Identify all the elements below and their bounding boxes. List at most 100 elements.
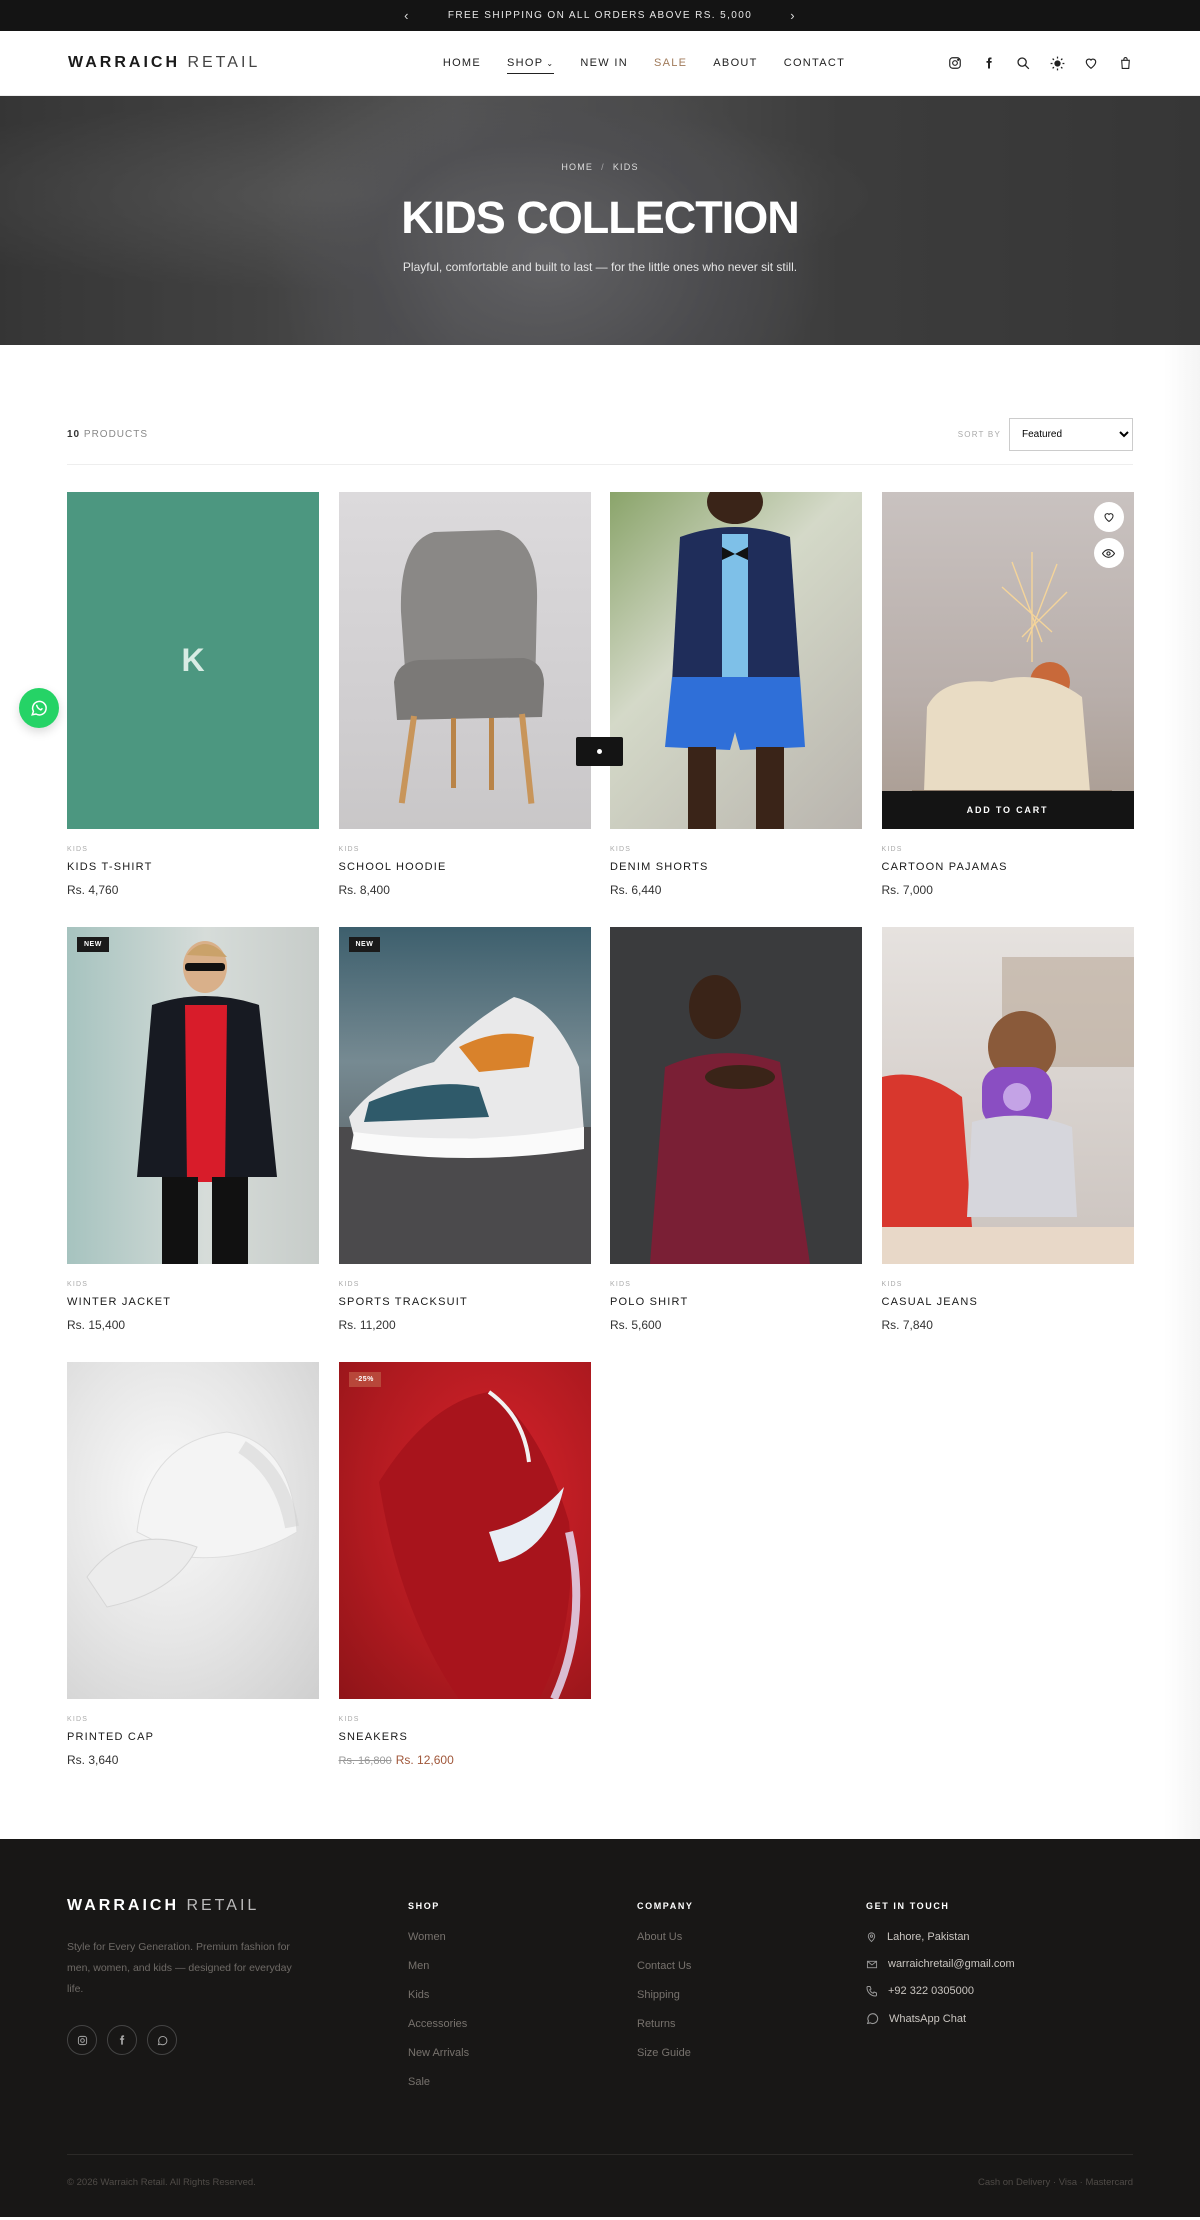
footer-company-title: COMPANY <box>637 1901 694 1911</box>
nav-about[interactable]: ABOUT <box>713 53 757 74</box>
product-card[interactable]: NEW KIDS SPORTS TRACKSUIT Rs. 11,200 <box>338 927 591 1332</box>
page-title: KIDS COLLECTION <box>401 192 800 243</box>
product-image-placeholder[interactable]: K <box>67 492 319 829</box>
product-price: Rs. 8,400 <box>338 883 390 897</box>
product-image[interactable]: ADD TO CART <box>881 492 1134 829</box>
product-card[interactable]: KIDS PRINTED CAP Rs. 3,640 <box>67 1362 319 1767</box>
kid-outfit-illustration <box>665 492 805 829</box>
new-badge: NEW <box>77 937 109 952</box>
footer-link-kids[interactable]: Kids <box>408 1989 637 2001</box>
wishlist-icon[interactable] <box>1082 54 1100 72</box>
facebook-icon[interactable] <box>980 54 998 72</box>
product-price: Rs. 3,640 <box>67 1753 119 1767</box>
map-pin-icon <box>867 1932 876 1943</box>
product-name[interactable]: SCHOOL HOODIE <box>339 861 591 873</box>
product-image[interactable]: -25% <box>338 1362 591 1699</box>
wishlist-heart-icon[interactable] <box>1093 502 1124 532</box>
product-name[interactable]: PRINTED CAP <box>67 1731 319 1743</box>
whatsapp-float-button[interactable] <box>19 688 59 728</box>
footer-company-column: COMPANY About Us Contact Us Shipping Ret… <box>637 1897 866 2105</box>
product-image[interactable] <box>67 1362 319 1699</box>
next-arrow-icon[interactable]: › <box>790 8 796 23</box>
footer-link-contact[interactable]: Contact Us <box>637 1960 866 1972</box>
breadcrumb: HOME / KIDS <box>0 162 1200 172</box>
product-image[interactable] <box>881 927 1134 1264</box>
footer-logo[interactable]: WARRAICH RETAIL <box>67 1897 408 1915</box>
product-price: Rs. 15,400 <box>67 1318 126 1332</box>
footer-shop-title: SHOP <box>408 1901 440 1911</box>
footer-link-men[interactable]: Men <box>408 1960 637 1972</box>
search-icon[interactable] <box>1014 54 1032 72</box>
original-price: Rs. 16,800 <box>338 1755 392 1767</box>
cap-illustration <box>86 1431 299 1608</box>
product-card[interactable]: ADD TO CART KIDS CARTOON PAJAMAS Rs. 7,0… <box>881 492 1134 897</box>
quick-view-eye-icon[interactable] <box>1093 538 1124 568</box>
sort-control: SORT BY Featured <box>958 418 1133 451</box>
product-image[interactable]: NEW <box>67 927 319 1264</box>
footer-contact-title: GET IN TOUCH <box>866 1901 950 1911</box>
footer-link-sale[interactable]: Sale <box>408 2076 637 2088</box>
footer-link-returns[interactable]: Returns <box>637 2018 866 2030</box>
instagram-icon[interactable] <box>946 54 964 72</box>
contact-email[interactable]: warraichretail@gmail.com <box>866 1958 1095 1970</box>
location-text: Lahore, Pakistan <box>887 1931 970 1943</box>
contact-location: Lahore, Pakistan <box>866 1931 1095 1943</box>
sort-label: SORT BY <box>957 430 1001 439</box>
phone-text: +92 322 0305000 <box>888 1985 974 1997</box>
whatsapp-icon <box>866 2013 879 2025</box>
product-image[interactable] <box>610 927 862 1264</box>
nav-contact[interactable]: CONTACT <box>784 53 845 74</box>
theme-toggle-icon[interactable] <box>1048 54 1066 72</box>
footer-brand: WARRAICH RETAIL Style for Every Generati… <box>67 1897 408 2105</box>
footer-link-accessories[interactable]: Accessories <box>408 2018 637 2030</box>
product-card[interactable]: NEW KIDS WINTER JACKET Rs. 15,400 <box>67 927 319 1332</box>
logo-bold: WARRAICH <box>68 54 180 71</box>
logo-light: RETAIL <box>187 54 261 71</box>
dot-icon <box>597 749 602 754</box>
footer-link-shipping[interactable]: Shipping <box>637 1989 866 2001</box>
product-image[interactable] <box>338 492 591 829</box>
sort-select[interactable]: Featured <box>1009 418 1133 451</box>
product-name[interactable]: CASUAL JEANS <box>882 1296 1134 1308</box>
sneaker-illustration <box>338 997 591 1264</box>
product-category: KIDS <box>67 1716 89 1723</box>
product-name[interactable]: SNEAKERS <box>339 1731 591 1743</box>
nav-new-in[interactable]: NEW IN <box>580 53 628 74</box>
product-name[interactable]: POLO SHIRT <box>610 1296 862 1308</box>
nav-home[interactable]: HOME <box>443 53 481 74</box>
product-card[interactable]: KIDS DENIM SHORTS Rs. 6,440 <box>610 492 862 897</box>
product-card[interactable]: KIDS POLO SHIRT Rs. 5,600 <box>610 927 862 1332</box>
product-card[interactable]: KIDS CASUAL JEANS Rs. 7,840 <box>881 927 1134 1332</box>
product-name[interactable]: CARTOON PAJAMAS <box>882 861 1134 873</box>
nav-shop[interactable]: SHOP ⌄ <box>507 53 555 74</box>
cursor-tooltip <box>576 737 623 766</box>
contact-phone[interactable]: +92 322 0305000 <box>866 1985 1095 1997</box>
contact-whatsapp[interactable]: WhatsApp Chat <box>866 2012 1095 2025</box>
footer-link-size-guide[interactable]: Size Guide <box>637 2047 866 2059</box>
logo[interactable]: WARRAICH RETAIL <box>68 54 368 72</box>
footer-link-about[interactable]: About Us <box>637 1931 866 1943</box>
product-name[interactable]: DENIM SHORTS <box>610 861 862 873</box>
polo-illustration <box>650 975 810 1264</box>
product-image[interactable] <box>610 492 862 829</box>
product-image[interactable]: NEW <box>338 927 591 1264</box>
footer-link-new-arrivals[interactable]: New Arrivals <box>408 2047 637 2059</box>
product-name[interactable]: WINTER JACKET <box>67 1296 319 1308</box>
facebook-icon[interactable] <box>107 2025 137 2055</box>
footer-social <box>67 2025 408 2055</box>
nav-sale[interactable]: SALE <box>654 53 687 74</box>
product-card[interactable]: KIDS SCHOOL HOODIE Rs. 8,400 <box>338 492 591 897</box>
instagram-icon[interactable] <box>67 2025 97 2055</box>
chair-illustration <box>393 530 544 804</box>
product-card[interactable]: -25% KIDS SNEAKERS Rs. 16,800 Rs. 12,600 <box>338 1362 591 1767</box>
bag-icon[interactable] <box>1116 54 1134 72</box>
product-name[interactable]: KIDS T-SHIRT <box>67 861 319 873</box>
product-name[interactable]: SPORTS TRACKSUIT <box>339 1296 591 1308</box>
breadcrumb-home[interactable]: HOME <box>561 162 593 172</box>
product-card[interactable]: K KIDS KIDS T-SHIRT Rs. 4,760 <box>67 492 319 897</box>
whatsapp-icon[interactable] <box>147 2025 177 2055</box>
footer-link-women[interactable]: Women <box>408 1931 637 1943</box>
prev-arrow-icon[interactable]: ‹ <box>404 8 410 23</box>
site-header: WARRAICH RETAIL HOME SHOP ⌄ NEW IN SALE A… <box>0 31 1200 96</box>
add-to-cart-button[interactable]: ADD TO CART <box>881 791 1134 829</box>
